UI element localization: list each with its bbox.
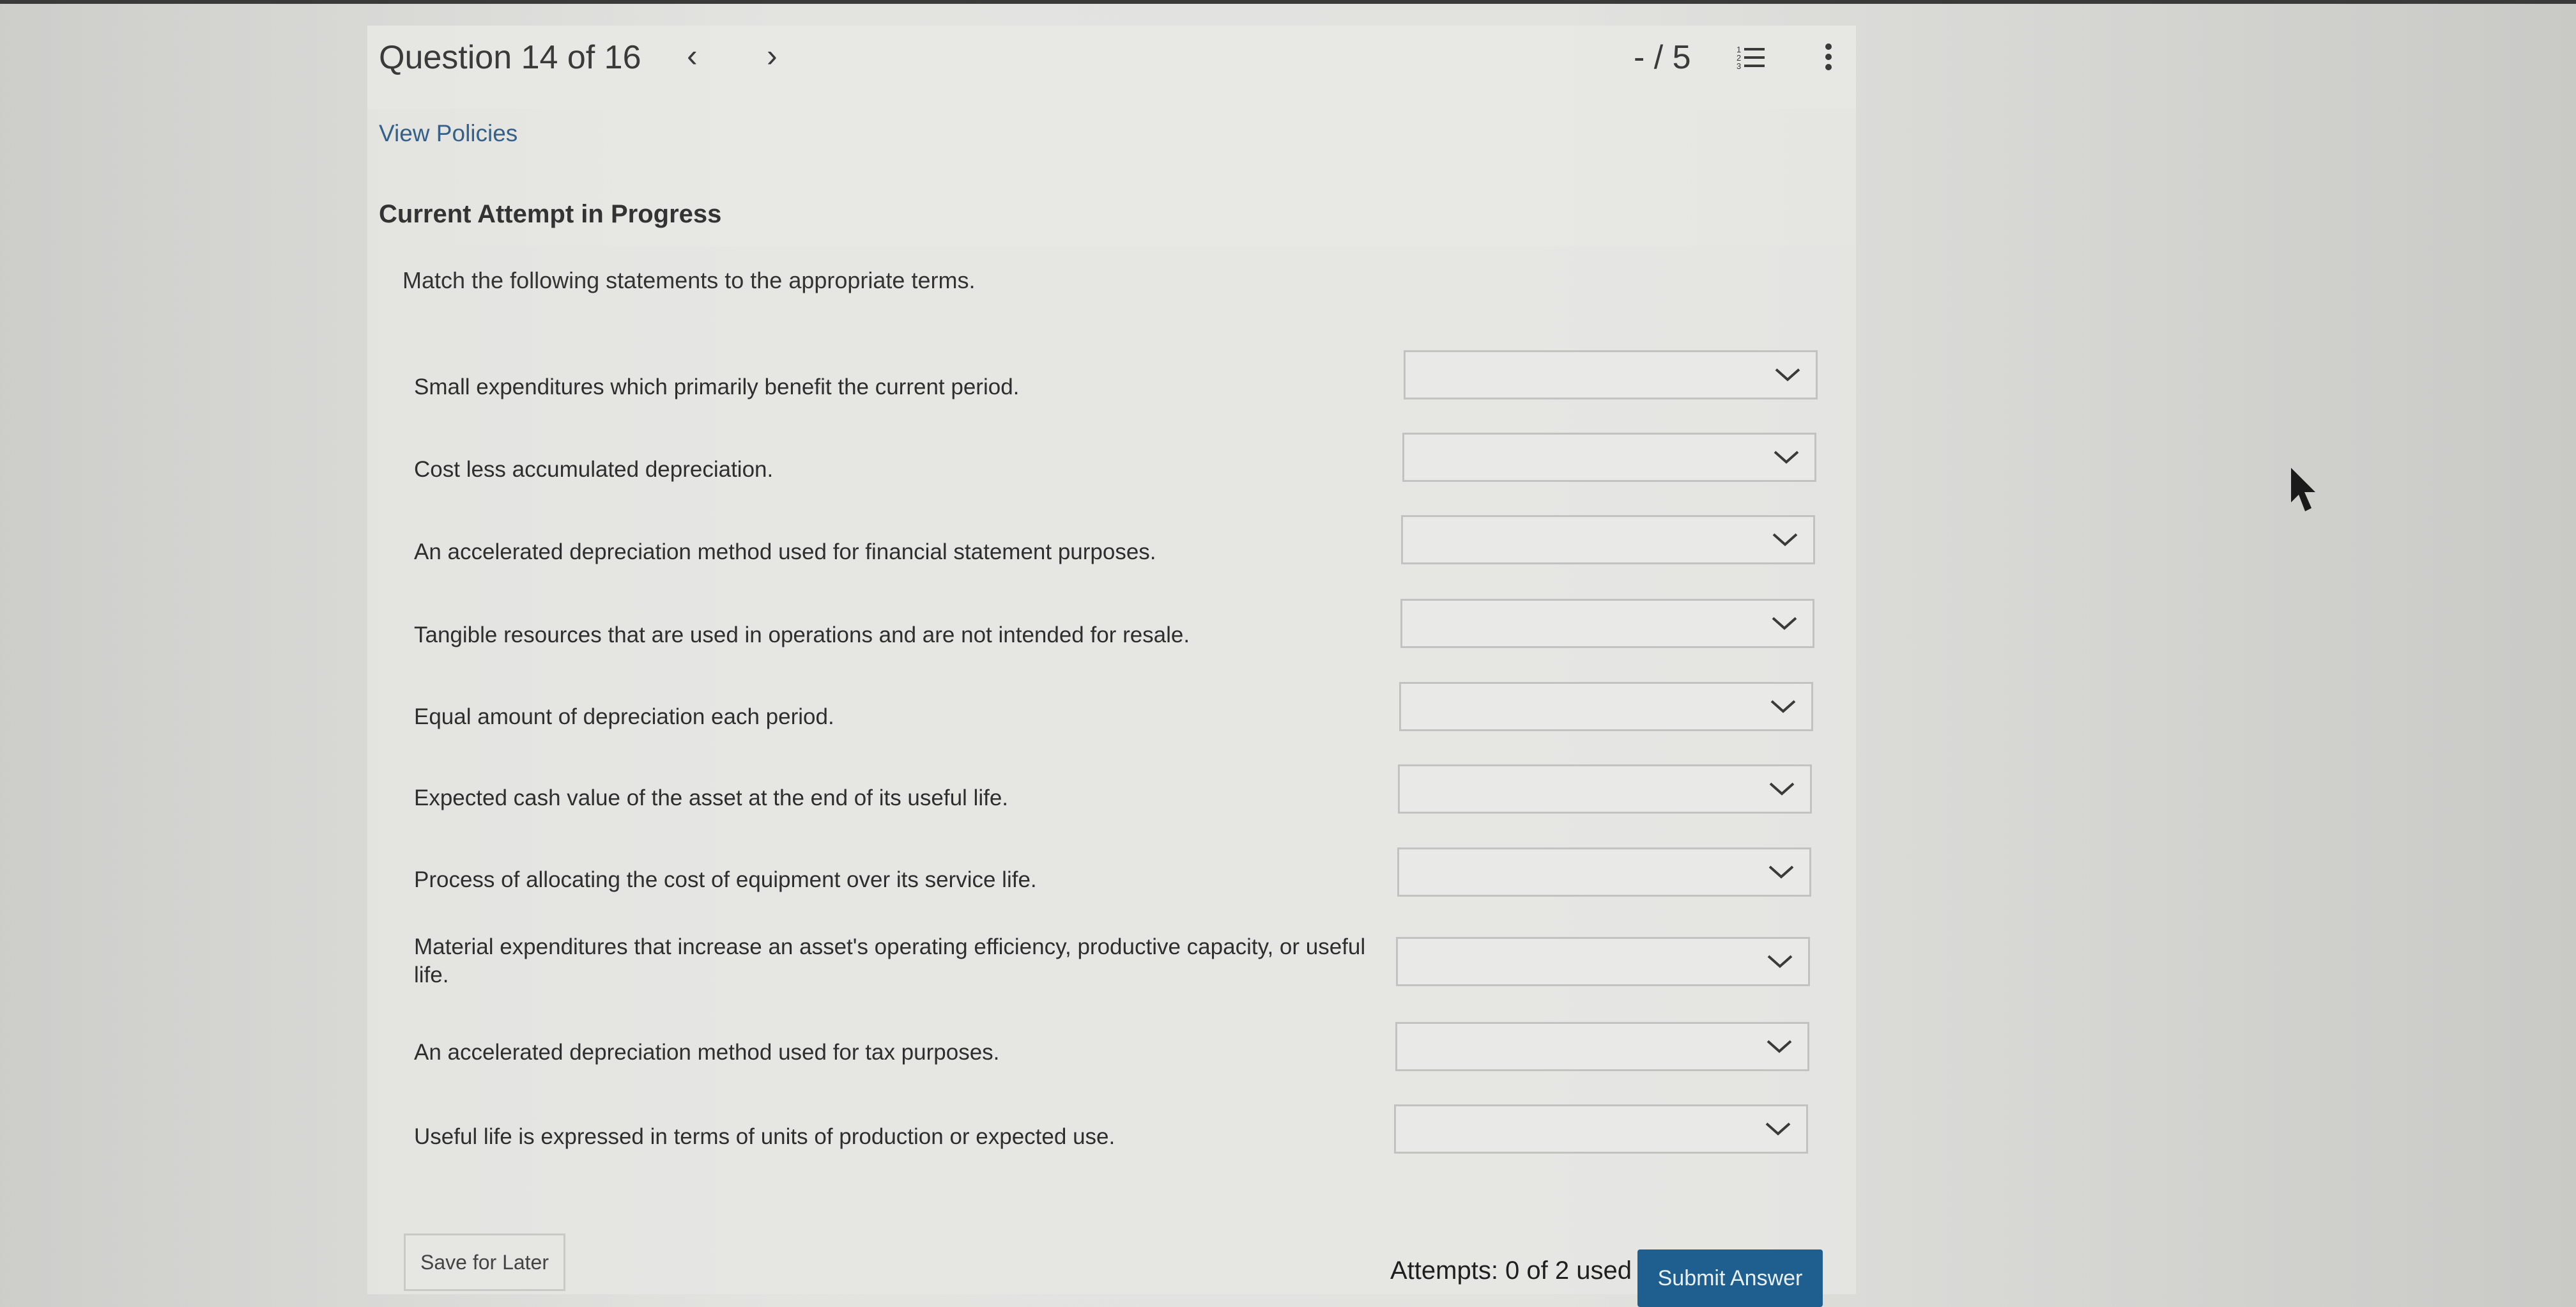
term-select-5[interactable] xyxy=(1399,682,1813,731)
statement-6: Expected cash value of the asset at the … xyxy=(414,785,1009,810)
question-header: Question 14 of 16 ‹ › - / 5 1 2 3 xyxy=(367,26,1856,109)
view-policies-link[interactable]: View Policies xyxy=(379,120,518,147)
question-counter: Question 14 of 16 xyxy=(379,39,641,76)
term-select-4[interactable] xyxy=(1400,599,1814,648)
chevron-down-icon xyxy=(1774,365,1802,387)
term-select-10[interactable] xyxy=(1394,1104,1808,1154)
statement-7: Process of allocating the cost of equipm… xyxy=(414,867,1037,892)
chevron-down-icon xyxy=(1767,862,1795,885)
question-instructions: Match the following statements to the ap… xyxy=(402,267,976,293)
screen-top-edge xyxy=(0,0,2576,4)
previous-question-button[interactable]: ‹ xyxy=(687,40,698,72)
mouse-cursor-icon xyxy=(2288,467,2318,521)
chevron-down-icon xyxy=(1770,614,1798,636)
attempts-counter: Attempts: 0 of 2 used xyxy=(1390,1257,1632,1285)
chevron-down-icon xyxy=(1765,1037,1793,1059)
svg-text:3: 3 xyxy=(1736,61,1741,70)
statement-3: An accelerated depreciation method used … xyxy=(414,539,1156,564)
question-score: - / 5 xyxy=(1634,39,1691,76)
statement-9: An accelerated depreciation method used … xyxy=(414,1040,1000,1065)
list-icon[interactable]: 1 2 3 xyxy=(1736,43,1766,73)
term-select-1[interactable] xyxy=(1404,350,1818,399)
chevron-down-icon xyxy=(1769,697,1797,719)
chevron-down-icon xyxy=(1771,530,1799,552)
term-select-3[interactable] xyxy=(1401,515,1815,564)
attempt-status-heading: Current Attempt in Progress xyxy=(379,200,722,228)
term-select-6[interactable] xyxy=(1398,764,1812,814)
more-vertical-icon[interactable] xyxy=(1824,42,1833,75)
statement-10: Useful life is expressed in terms of uni… xyxy=(414,1124,1116,1149)
quiz-page: Question 14 of 16 ‹ › - / 5 1 2 3 View P… xyxy=(367,26,1856,1307)
statement-1: Small expenditures which primarily benef… xyxy=(414,375,1020,399)
statement-5: Equal amount of depreciation each period… xyxy=(414,704,834,729)
save-for-later-button[interactable]: Save for Later xyxy=(404,1234,565,1291)
term-select-2[interactable] xyxy=(1402,433,1816,482)
chevron-down-icon xyxy=(1766,952,1794,974)
chevron-down-icon xyxy=(1772,447,1800,470)
chevron-down-icon xyxy=(1764,1119,1792,1141)
submit-answer-button[interactable]: Submit Answer xyxy=(1637,1249,1823,1307)
chevron-down-icon xyxy=(1768,779,1796,801)
term-select-9[interactable] xyxy=(1395,1022,1809,1071)
statement-2: Cost less accumulated depreciation. xyxy=(414,457,774,482)
statement-4: Tangible resources that are used in oper… xyxy=(414,623,1190,647)
term-select-7[interactable] xyxy=(1397,847,1811,897)
statement-8: Material expenditures that increase an a… xyxy=(414,934,1366,987)
term-select-8[interactable] xyxy=(1396,937,1810,986)
next-question-button[interactable]: › xyxy=(767,40,778,72)
